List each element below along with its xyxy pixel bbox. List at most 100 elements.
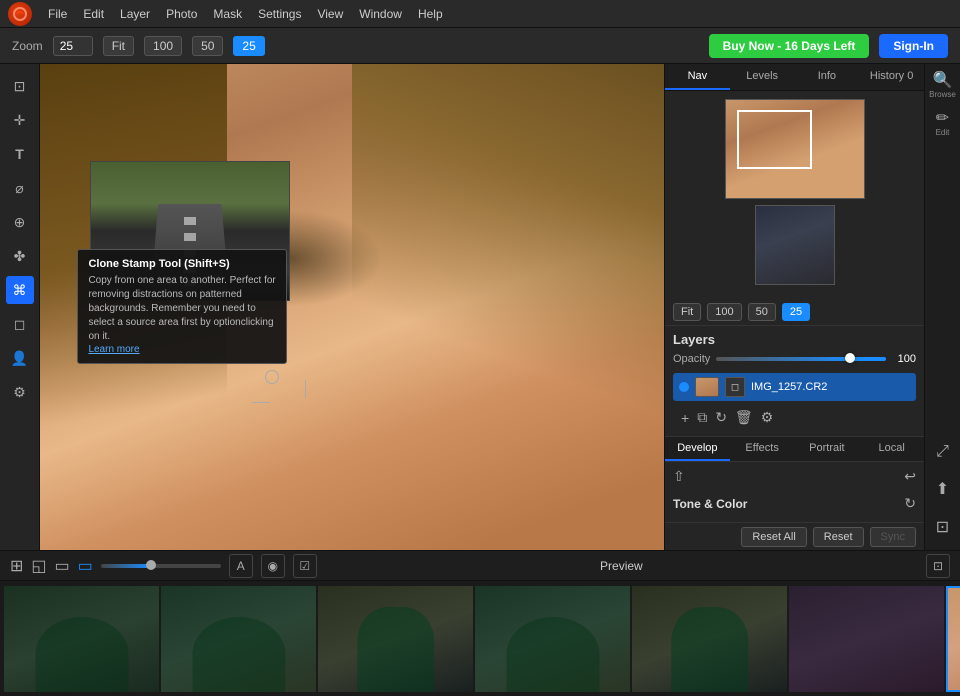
tab-history[interactable]: History 0: [859, 64, 924, 90]
tone-refresh-btn[interactable]: ↻: [904, 495, 916, 512]
status-rect-btn[interactable]: ▭: [55, 556, 70, 576]
reset-btn[interactable]: Reset: [813, 527, 864, 547]
nav-viewport-rect[interactable]: [737, 110, 813, 169]
film-item-5[interactable]: [632, 586, 787, 692]
edit-share-btn[interactable]: ⇧: [673, 468, 685, 485]
tooltip-learn-more[interactable]: Learn more: [88, 344, 276, 355]
clone-crosshair-v: [305, 380, 306, 398]
navigator: [665, 91, 924, 299]
status-panel-btn[interactable]: ◱: [31, 556, 46, 576]
collapse-icon-btn[interactable]: ⊡: [929, 514, 957, 542]
film-item-2[interactable]: [161, 586, 316, 692]
hair-overlay-right: [352, 64, 664, 453]
buy-now-button[interactable]: Buy Now - 16 Days Left: [709, 34, 870, 58]
tool-text[interactable]: T: [6, 140, 34, 168]
zoom-50-btn[interactable]: 50: [192, 36, 223, 56]
main-area: ⊡ ✛ T ⌀ ⊕ ✤ ⌘ ◻ 👤 ⚙ Clone Stamp Tool (Sh…: [0, 64, 960, 550]
tool-heal[interactable]: ⊕: [6, 208, 34, 236]
film-thumb-6: [789, 586, 944, 692]
layer-delete-btn[interactable]: 🗑: [735, 409, 753, 426]
expand-icon: ⤢: [936, 444, 949, 460]
statusbar: ⊞ ◱ ▭ ▭ A ◉ ☑ Preview ⊡: [0, 550, 960, 580]
menubar: File Edit Layer Photo Mask Settings View…: [0, 0, 960, 28]
nav-zoom-fit[interactable]: Fit: [673, 303, 701, 321]
menu-photo[interactable]: Photo: [166, 7, 197, 21]
tool-gear[interactable]: ⚙: [6, 378, 34, 406]
film-item-6[interactable]: [789, 586, 944, 692]
person-silhouette-2: [192, 617, 285, 691]
signin-button[interactable]: Sign-In: [879, 34, 948, 58]
layer-settings-btn[interactable]: ⚙: [761, 409, 774, 426]
film-item-4[interactable]: [475, 586, 630, 692]
zoom-100-btn[interactable]: 100: [144, 36, 182, 56]
tab-info[interactable]: Info: [795, 64, 860, 90]
zoom-label: Zoom: [12, 39, 43, 53]
opacity-slider[interactable]: [716, 357, 886, 361]
edit-undo-btn[interactable]: ↩: [904, 468, 916, 485]
film-item-3[interactable]: [318, 586, 473, 692]
edit-icon-btn[interactable]: ✏ Edit: [929, 110, 957, 138]
film-thumb-1: [4, 586, 159, 692]
status-zoom-slider[interactable]: [101, 564, 221, 568]
person-silhouette-4: [506, 617, 599, 691]
nav-zoom-25[interactable]: 25: [782, 303, 810, 321]
tool-erase[interactable]: ◻: [6, 310, 34, 338]
layer-add-btn[interactable]: +: [681, 410, 689, 426]
reset-all-btn[interactable]: Reset All: [741, 527, 806, 547]
tool-brush[interactable]: ⌀: [6, 174, 34, 202]
tool-crop[interactable]: ⊡: [6, 72, 34, 100]
zoom-25-btn[interactable]: 25: [233, 36, 264, 56]
layer-mask-icon: ◻: [725, 377, 745, 397]
status-rect2-btn[interactable]: ▭: [78, 556, 93, 576]
layer-rotate-btn[interactable]: ↻: [715, 409, 727, 426]
nav-zoom-50[interactable]: 50: [748, 303, 776, 321]
menu-help[interactable]: Help: [418, 7, 443, 21]
tool-move[interactable]: ✛: [6, 106, 34, 134]
layer-item[interactable]: ◻ IMG_1257.CR2: [673, 373, 916, 401]
browse-icon-btn[interactable]: 🔍 Browse: [929, 72, 957, 100]
canvas-area[interactable]: Clone Stamp Tool (Shift+S) Copy from one…: [40, 64, 664, 550]
edit-controls: ⇧ ↩ Tone & Color ↻: [665, 462, 924, 522]
menu-settings[interactable]: Settings: [258, 7, 301, 21]
tool-person[interactable]: 👤: [6, 344, 34, 372]
tab-portrait[interactable]: Portrait: [795, 437, 860, 461]
share-icon-btn[interactable]: ⬆: [929, 476, 957, 504]
film-item-active[interactable]: IMG_1257.CR2: [946, 586, 960, 692]
tools-panel: ⊡ ✛ T ⌀ ⊕ ✤ ⌘ ◻ 👤 ⚙: [0, 64, 40, 550]
menu-window[interactable]: Window: [359, 7, 402, 21]
status-end-btn[interactable]: ⊡: [926, 554, 950, 578]
person-silhouette-1: [35, 617, 128, 691]
tool-clone[interactable]: ✤: [6, 242, 34, 270]
film-item-1[interactable]: [4, 586, 159, 692]
tab-effects[interactable]: Effects: [730, 437, 795, 461]
menu-file[interactable]: File: [48, 7, 67, 21]
zoom-input[interactable]: [53, 36, 93, 56]
clone-crosshair-h: [252, 402, 270, 403]
menu-layer[interactable]: Layer: [120, 7, 150, 21]
layer-duplicate-btn[interactable]: ⧉: [697, 409, 707, 426]
tool-stamp[interactable]: ⌘: [6, 276, 34, 304]
edit-actions-row: ⇧ ↩: [673, 468, 916, 485]
status-circle-btn[interactable]: ◉: [261, 554, 285, 578]
person-silhouette-3: [357, 607, 435, 692]
film-thumb-2: [161, 586, 316, 692]
expand-icon-btn[interactable]: ⤢: [929, 438, 957, 466]
menu-view[interactable]: View: [317, 7, 343, 21]
tab-develop[interactable]: Develop: [665, 437, 730, 461]
menu-mask[interactable]: Mask: [213, 7, 242, 21]
sync-btn[interactable]: Sync: [870, 527, 916, 547]
status-check-btn[interactable]: ☑: [293, 554, 317, 578]
right-panel: Nav Levels Info History 0 Fit 100 50 25 …: [664, 64, 924, 550]
tab-local[interactable]: Local: [859, 437, 924, 461]
opacity-value: 100: [892, 353, 916, 365]
status-A-btn[interactable]: A: [229, 554, 253, 578]
edit-tabs: Develop Effects Portrait Local: [665, 436, 924, 462]
tab-levels[interactable]: Levels: [730, 64, 795, 90]
menu-edit[interactable]: Edit: [83, 7, 104, 21]
side-icons: 🔍 Browse ✏ Edit ⤢ ⬆ ⊡: [924, 64, 960, 550]
person-silhouette-5: [671, 607, 749, 692]
zoom-fit-btn[interactable]: Fit: [103, 36, 134, 56]
nav-zoom-100[interactable]: 100: [707, 303, 741, 321]
tab-nav[interactable]: Nav: [665, 64, 730, 90]
status-grid-btn[interactable]: ⊞: [10, 556, 23, 576]
